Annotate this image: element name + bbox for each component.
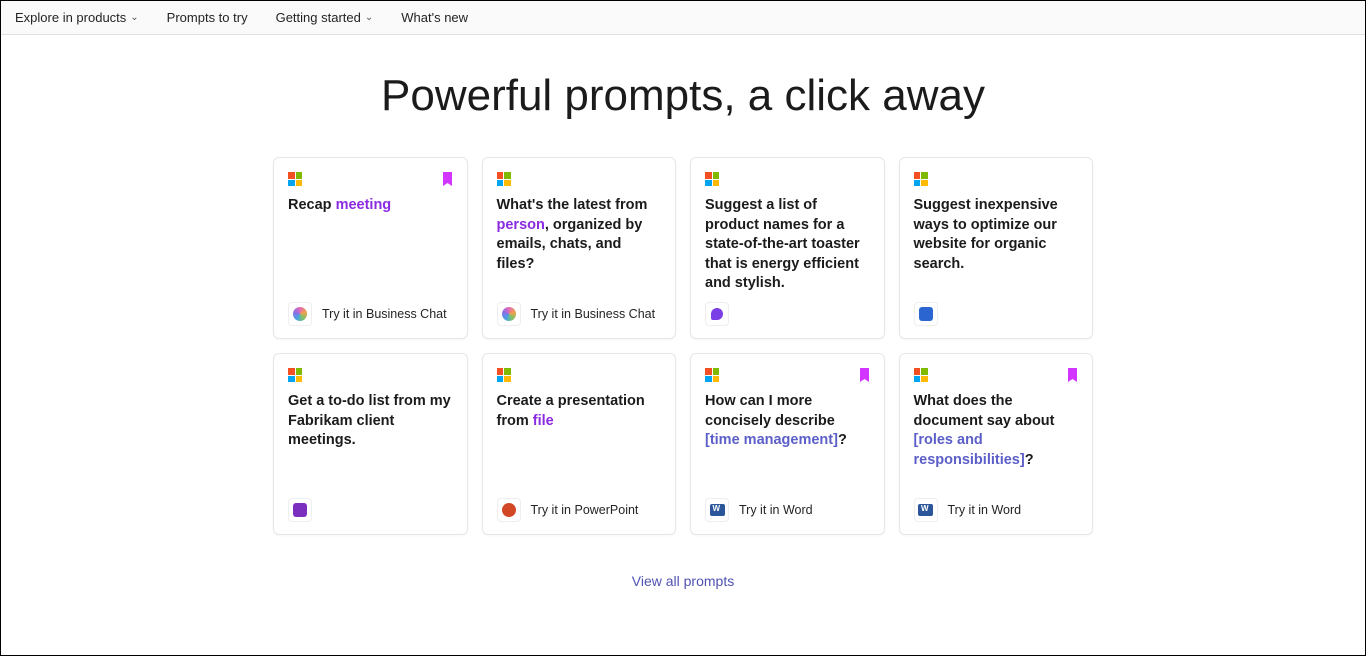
prompt-text-pre: What does the document say about	[914, 393, 1055, 429]
prompt-card[interactable]: Suggest a list of product names for a st…	[690, 157, 885, 339]
nav-getting-started[interactable]: Getting started ⌄	[276, 10, 374, 25]
prompt-text-post: ?	[838, 432, 847, 448]
prompt-highlight: meeting	[336, 197, 392, 213]
microsoft-logo-icon	[705, 172, 719, 186]
bookmark-icon[interactable]	[859, 368, 870, 384]
microsoft-logo-icon	[914, 172, 928, 186]
word-app-icon	[705, 498, 729, 522]
loop-app-icon	[705, 302, 729, 326]
card-foot: Try it in Business Chat	[288, 302, 453, 326]
microsoft-logo-icon	[914, 368, 928, 382]
prompt-highlight: [time management]	[705, 432, 838, 448]
prompt-text-pre: Recap	[288, 197, 336, 213]
bookmark-icon[interactable]	[442, 172, 453, 188]
prompt-card[interactable]: Suggest inexpensive ways to optimize our…	[899, 157, 1094, 339]
microsoft-logo-icon	[705, 368, 719, 382]
prompt-text: How can I more concisely describe [time …	[705, 392, 870, 451]
card-head	[914, 368, 1079, 386]
card-head	[914, 172, 1079, 190]
chevron-down-icon: ⌄	[365, 12, 373, 23]
prompt-text-pre: Suggest a list of product names for a st…	[705, 197, 860, 291]
microsoft-logo-icon	[288, 368, 302, 382]
prompt-text-post: ?	[1025, 452, 1034, 468]
chevron-down-icon: ⌄	[130, 12, 138, 23]
prompt-highlight: [roles and responsibilities]	[914, 432, 1025, 468]
prompt-text: Recap meeting	[288, 196, 453, 216]
prompt-card[interactable]: What's the latest from person, organized…	[482, 157, 677, 339]
word-app-icon	[914, 498, 938, 522]
prompt-text-pre: How can I more concisely describe	[705, 393, 835, 429]
try-it-label[interactable]: Try it in Word	[739, 503, 813, 517]
card-foot: Try it in PowerPoint	[497, 498, 662, 522]
prompt-text: What does the document say about [roles …	[914, 392, 1079, 470]
nav-prompts-label: Prompts to try	[167, 10, 248, 25]
nav-getting-started-label: Getting started	[276, 10, 361, 25]
card-foot	[288, 498, 453, 522]
card-foot: Try it in Business Chat	[497, 302, 662, 326]
nav-prompts[interactable]: Prompts to try	[167, 10, 248, 25]
nav-whats-new-label: What's new	[401, 10, 468, 25]
prompt-text-pre: Get a to-do list from my Fabrikam client…	[288, 393, 451, 448]
prompt-text: What's the latest from person, organized…	[497, 196, 662, 274]
prompt-highlight: file	[533, 413, 554, 429]
try-it-label[interactable]: Try it in Word	[948, 503, 1022, 517]
page-title: Powerful prompts, a click away	[1, 71, 1365, 121]
view-all-container: View all prompts	[1, 573, 1365, 589]
try-it-label[interactable]: Try it in Business Chat	[531, 307, 656, 321]
prompt-text-pre: What's the latest from	[497, 197, 648, 213]
card-foot: Try it in Word	[914, 498, 1079, 522]
card-head	[288, 368, 453, 386]
prompt-card[interactable]: What does the document say about [roles …	[899, 353, 1094, 535]
card-head	[497, 172, 662, 190]
prompt-highlight: person	[497, 217, 545, 233]
prompt-text: Suggest inexpensive ways to optimize our…	[914, 196, 1079, 274]
card-foot	[914, 302, 1079, 326]
prompt-text-pre: Suggest inexpensive ways to optimize our…	[914, 197, 1058, 272]
card-foot	[705, 302, 870, 326]
microsoft-logo-icon	[288, 172, 302, 186]
prompt-card[interactable]: How can I more concisely describe [time …	[690, 353, 885, 535]
nav-explore-label: Explore in products	[15, 10, 126, 25]
microsoft-logo-icon	[497, 172, 511, 186]
prompt-card[interactable]: Recap meeting Try it in Business Chat	[273, 157, 468, 339]
try-it-label[interactable]: Try it in PowerPoint	[531, 503, 639, 517]
prompt-text: Suggest a list of product names for a st…	[705, 196, 870, 294]
bookmark-icon[interactable]	[1067, 368, 1078, 384]
note-app-icon	[288, 498, 312, 522]
try-it-label[interactable]: Try it in Business Chat	[322, 307, 447, 321]
prompt-text: Create a presentation from file	[497, 392, 662, 431]
view-all-prompts-link[interactable]: View all prompts	[632, 573, 734, 589]
nav-explore[interactable]: Explore in products ⌄	[15, 10, 139, 25]
microsoft-logo-icon	[497, 368, 511, 382]
nav-whats-new[interactable]: What's new	[401, 10, 468, 25]
prompt-card[interactable]: Create a presentation from file Try it in…	[482, 353, 677, 535]
top-nav: Explore in products ⌄ Prompts to try Get…	[1, 1, 1365, 35]
chat-app-icon	[497, 302, 521, 326]
card-head	[288, 172, 453, 190]
card-head	[705, 368, 870, 386]
prompt-text-pre: Create a presentation from	[497, 393, 645, 429]
ppt-app-icon	[497, 498, 521, 522]
card-head	[705, 172, 870, 190]
chat-app-icon	[288, 302, 312, 326]
wb-app-icon	[914, 302, 938, 326]
prompt-card[interactable]: Get a to-do list from my Fabrikam client…	[273, 353, 468, 535]
card-foot: Try it in Word	[705, 498, 870, 522]
card-head	[497, 368, 662, 386]
prompt-text: Get a to-do list from my Fabrikam client…	[288, 392, 453, 451]
prompt-card-grid: Recap meeting Try it in Business Chat What…	[273, 157, 1093, 535]
